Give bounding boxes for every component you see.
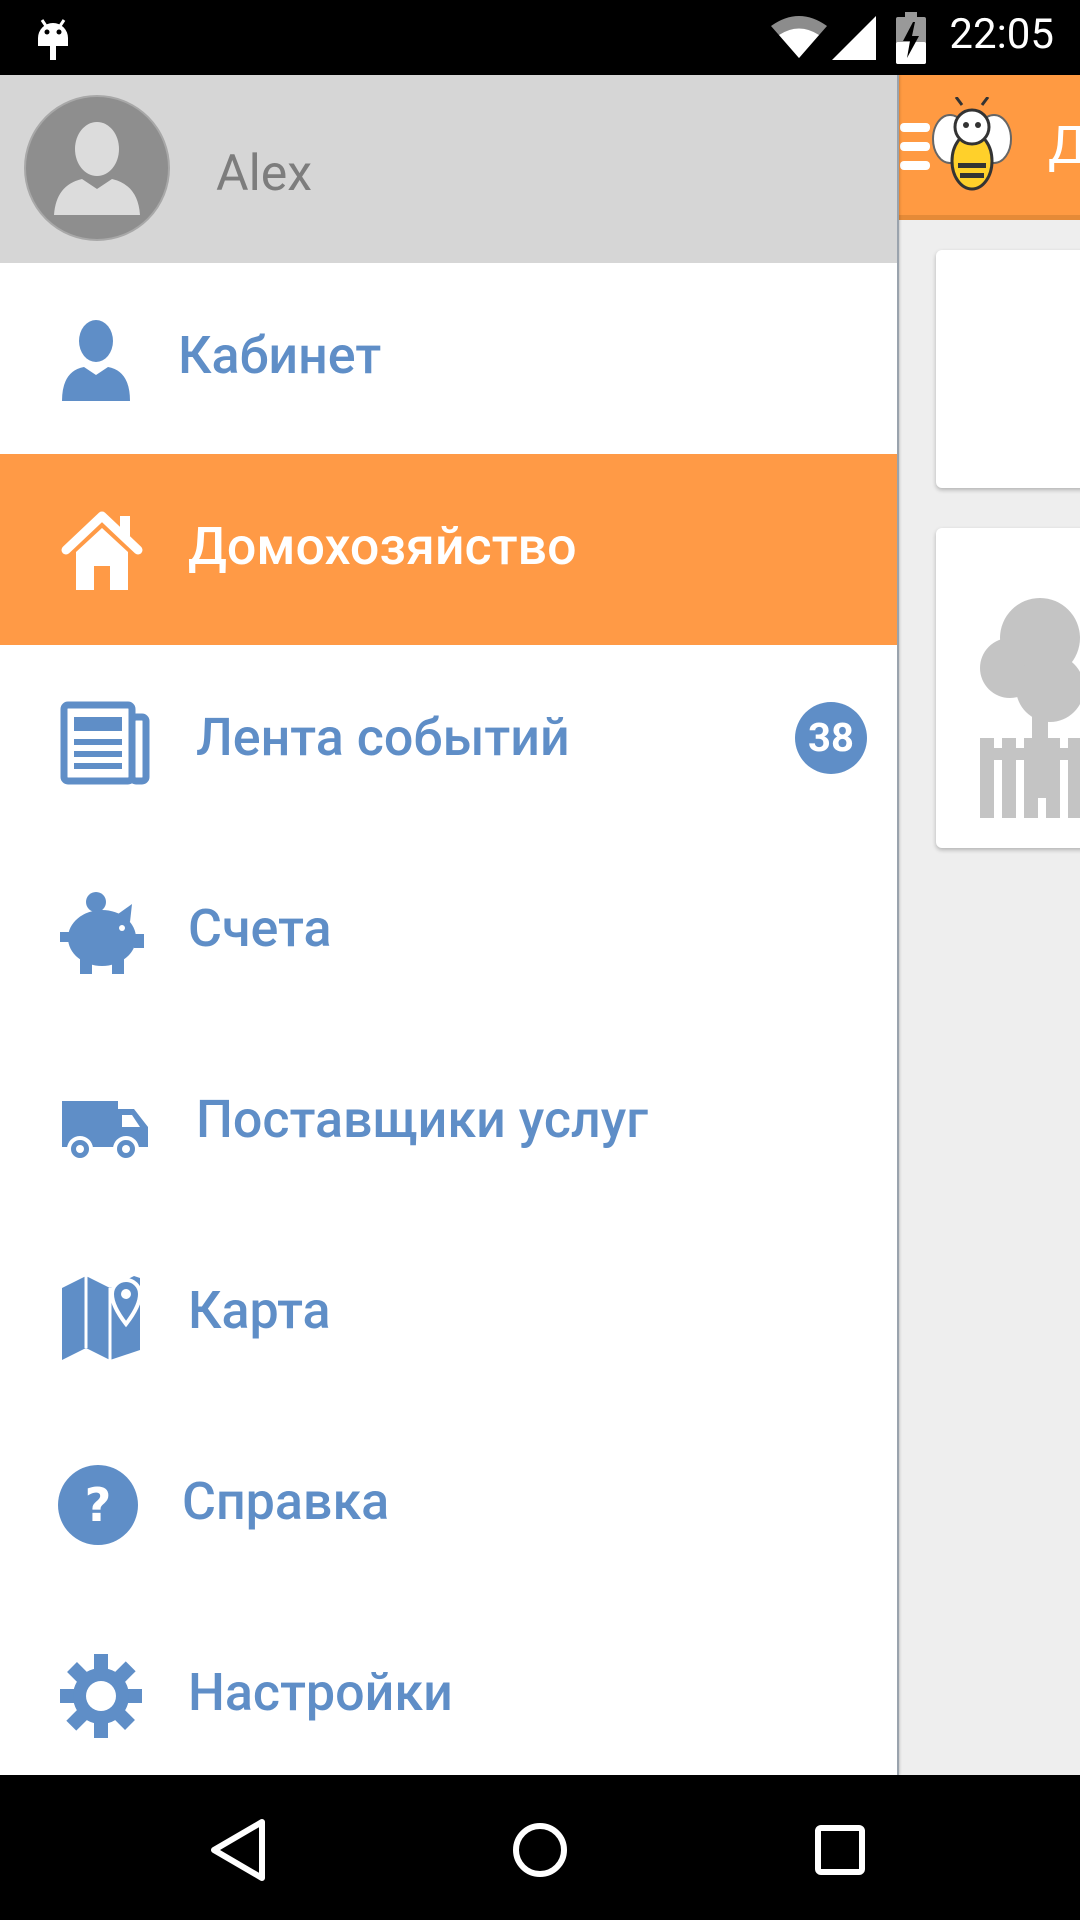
navigation-drawer: Alex Кабинет Домохозяйство Лента событий: [0, 75, 897, 1775]
truck-icon: [62, 1101, 148, 1162]
menu-icon[interactable]: [898, 119, 932, 175]
clock: 22:05: [949, 10, 1054, 59]
map-icon: [62, 1276, 143, 1360]
newspaper-icon: [60, 701, 150, 785]
drawer-item-label: Настройки: [188, 1662, 453, 1723]
piggy-bank-icon: [60, 892, 144, 974]
drawer-profile-header[interactable]: Alex: [0, 75, 897, 263]
help-icon: ?: [58, 1465, 138, 1545]
drawer-item-settings[interactable]: Настройки: [0, 1600, 897, 1791]
drawer-item-cabinet[interactable]: Кабинет: [0, 263, 897, 454]
drawer-item-label: Счета: [188, 898, 332, 959]
avatar[interactable]: [24, 95, 170, 241]
back-icon[interactable]: [200, 1810, 280, 1890]
drawer-item-providers[interactable]: Поставщики услуг: [0, 1027, 897, 1218]
svg-text:?: ?: [85, 1478, 112, 1532]
system-nav-bar: [0, 1775, 1080, 1920]
status-bar: 22:05: [0, 0, 1080, 75]
signal-icon: [832, 16, 876, 60]
home-circle-icon[interactable]: [500, 1810, 580, 1890]
drawer-item-label: Поставщики услуг: [196, 1089, 649, 1150]
recents-icon[interactable]: [800, 1810, 880, 1890]
wifi-icon: [771, 16, 827, 58]
battery-charging-icon: [896, 12, 926, 64]
home-icon: [61, 511, 143, 590]
drawer-item-label: Домохозяйство: [188, 516, 577, 577]
drawer-item-label: Справка: [182, 1471, 390, 1532]
drawer-item-help[interactable]: ? Справка: [0, 1409, 897, 1600]
drawer-item-feed[interactable]: Лента событий 38: [0, 645, 897, 836]
drawer-item-label: Лента событий: [196, 707, 570, 768]
bee-logo-icon: [932, 97, 1012, 191]
android-debug-icon: [38, 19, 68, 60]
drawer-item-map[interactable]: Карта: [0, 1218, 897, 1409]
drawer-edge-divider: [897, 75, 899, 1775]
content-card-2[interactable]: [936, 528, 1080, 848]
gear-icon: [60, 1654, 142, 1738]
tree-fence-illustration: [980, 598, 1080, 818]
drawer-item-label: Карта: [188, 1280, 331, 1341]
app-bar-title: Д: [1048, 115, 1080, 176]
drawer-item-label: Кабинет: [178, 325, 382, 386]
user-icon: [62, 320, 130, 401]
content-card-1[interactable]: [936, 250, 1080, 488]
drawer-item-bills[interactable]: Счета: [0, 836, 897, 1027]
user-avatar-placeholder-icon: [54, 122, 140, 215]
drawer-item-household[interactable]: Домохозяйство: [0, 454, 897, 645]
app-bar: Д: [898, 75, 1080, 220]
profile-name: Alex: [216, 145, 313, 203]
unread-count-badge: 38: [795, 702, 867, 774]
